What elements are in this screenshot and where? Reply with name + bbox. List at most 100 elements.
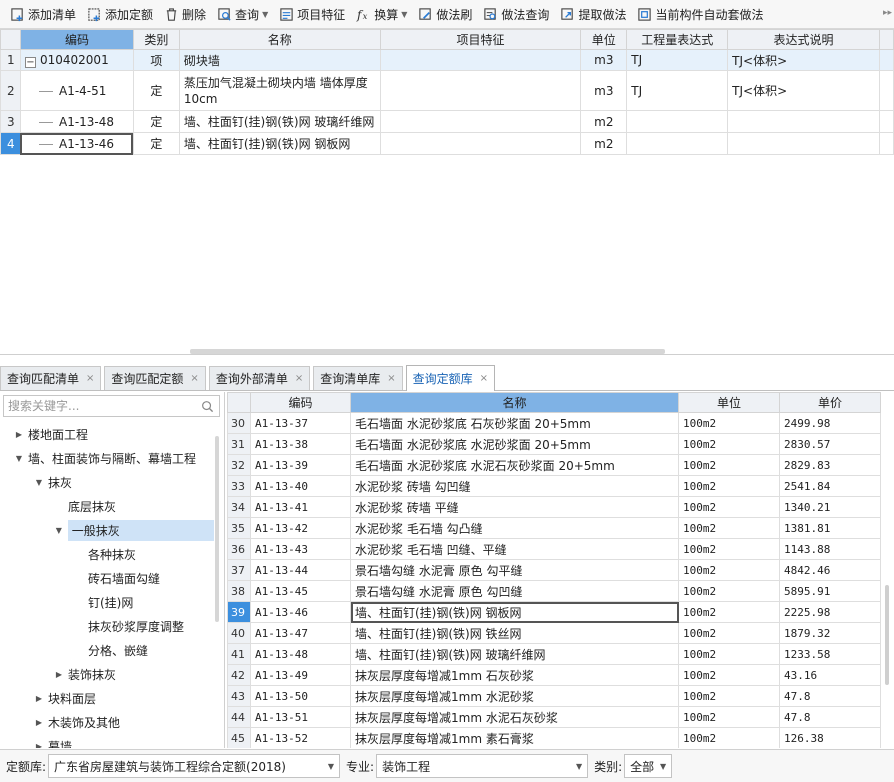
tree-node[interactable]: ▶ 装饰抹灰 — [0, 662, 214, 686]
table-row[interactable]: 41 A1-13-48 墙、柱面钉(挂)钢(铁)网 玻璃纤维网 100m2 1233.5… — [227, 643, 881, 665]
unit-cell[interactable]: 100m2 — [678, 685, 780, 707]
unit-cell[interactable]: 100m2 — [678, 664, 780, 686]
col-header-code[interactable]: 编码 — [250, 392, 351, 413]
tree-node[interactable]: 底层抹灰 — [0, 494, 214, 518]
tab-match-list[interactable]: 查询匹配清单 × — [0, 366, 102, 390]
unit-cell[interactable]: 100m2 — [678, 559, 780, 581]
price-cell[interactable]: 2829.83 — [779, 454, 881, 476]
close-icon[interactable]: × — [480, 373, 488, 384]
price-cell[interactable]: 1233.58 — [779, 643, 881, 665]
name-cell[interactable]: 抹灰层厚度每增减1mm 水泥砂浆 — [350, 685, 679, 707]
unit-cell[interactable]: m2 — [580, 132, 628, 155]
code-cell[interactable]: A1-13-48 — [19, 110, 134, 133]
name-cell[interactable]: 水泥砂浆 砖墙 勾凹缝 — [350, 475, 679, 497]
table-row[interactable]: 1 −010402001 项 砌块墙 m3 TJ TJ<体积> — [0, 49, 894, 71]
code-cell[interactable]: A1-13-48 — [250, 643, 351, 665]
table-row[interactable]: 38 A1-13-45 景石墙勾缝 水泥膏 原色 勾凹缝 100m2 5895.91 — [227, 580, 881, 602]
name-cell[interactable]: 墙、柱面钉(挂)钢(铁)网 玻璃纤维网 — [350, 643, 679, 665]
table-row[interactable]: 43 A1-13-50 抹灰层厚度每增减1mm 水泥砂浆 100m2 47.8 — [227, 685, 881, 707]
tab-match-quota[interactable]: 查询匹配定额 × — [104, 366, 206, 390]
collapse-toggle-icon[interactable]: − — [24, 56, 36, 68]
table-row[interactable]: 2 A1-4-51 定 蒸压加气混凝土砌块内墙 墙体厚度10cm m3 TJ T… — [0, 70, 894, 111]
unit-cell[interactable]: 100m2 — [678, 580, 780, 602]
name-cell[interactable]: 毛石墙面 水泥砂浆底 水泥石灰砂浆面 20+5mm — [350, 454, 679, 476]
tree-node[interactable]: 抹灰砂浆厚度调整 — [0, 614, 214, 638]
tree-node[interactable]: ▼ 墙、柱面装饰与隔断、幕墙工程 — [0, 446, 214, 470]
type-cell[interactable]: 定 — [132, 110, 180, 133]
code-cell[interactable]: A1-13-37 — [250, 412, 351, 434]
name-cell[interactable]: 墙、柱面钉(挂)钢(铁)网 钢板网 — [350, 601, 679, 623]
unit-cell[interactable]: m2 — [580, 110, 628, 133]
tree-node[interactable]: ▼ 抹灰 — [0, 470, 214, 494]
code-cell[interactable]: A1-13-50 — [250, 685, 351, 707]
desc-cell[interactable] — [727, 132, 880, 155]
tree-node[interactable]: ▶ 木装饰及其他 — [0, 710, 214, 734]
price-cell[interactable]: 1340.21 — [779, 496, 881, 518]
tree-node[interactable]: ▼ 一般抹灰 — [0, 518, 214, 542]
code-cell[interactable]: A1-13-42 — [250, 517, 351, 539]
code-cell[interactable]: A1-13-46 — [250, 601, 351, 623]
col-header-unit[interactable]: 单位 — [580, 29, 628, 50]
unit-cell[interactable]: 100m2 — [678, 538, 780, 560]
table-row[interactable]: 30 A1-13-37 毛石墙面 水泥砂浆底 石灰砂浆面 20+5mm 100m2 24… — [227, 412, 881, 434]
expr-cell[interactable]: TJ — [626, 70, 729, 111]
name-cell[interactable]: 水泥砂浆 毛石墙 凹缝、平缝 — [350, 538, 679, 560]
name-cell[interactable]: 水泥砂浆 砖墙 平缝 — [350, 496, 679, 518]
price-cell[interactable]: 47.8 — [779, 685, 881, 707]
table-row[interactable]: 44 A1-13-51 抹灰层厚度每增减1mm 水泥石灰砂浆 100m2 47.8 — [227, 706, 881, 728]
price-cell[interactable]: 2830.57 — [779, 433, 881, 455]
table-row[interactable]: 35 A1-13-42 水泥砂浆 毛石墙 勾凸缝 100m2 1381.81 — [227, 517, 881, 539]
type-cell[interactable]: 定 — [132, 70, 180, 111]
code-cell[interactable]: A1-13-43 — [250, 538, 351, 560]
close-icon[interactable]: × — [387, 373, 395, 384]
chevron-right-icon[interactable]: ▶ — [14, 430, 24, 439]
name-cell[interactable]: 景石墙勾缝 水泥膏 原色 勾凹缝 — [350, 580, 679, 602]
col-header-feature[interactable]: 项目特征 — [379, 29, 582, 50]
delete-button[interactable]: 删除 — [160, 3, 210, 25]
unit-cell[interactable]: 100m2 — [678, 517, 780, 539]
chevron-down-icon[interactable]: ▼ — [34, 478, 44, 487]
code-cell[interactable]: −010402001 — [19, 49, 134, 71]
add-quota-button[interactable]: 添加定额 — [83, 3, 157, 25]
tab-list-library[interactable]: 查询清单库 × — [313, 366, 403, 390]
price-cell[interactable]: 47.8 — [779, 706, 881, 728]
code-cell[interactable]: A1-13-49 — [250, 664, 351, 686]
table-row[interactable]: 31 A1-13-38 毛石墙面 水泥砂浆底 水泥砂浆面 20+5mm 100m2 28… — [227, 433, 881, 455]
method-query-button[interactable]: 做法查询 — [479, 3, 553, 25]
name-cell[interactable]: 毛石墙面 水泥砂浆底 石灰砂浆面 20+5mm — [350, 412, 679, 434]
quota-lib-select[interactable]: 广东省房屋建筑与装饰工程综合定额(2018) ▼ — [48, 754, 341, 778]
query-button[interactable]: 查询 ▼ — [213, 3, 272, 25]
table-row[interactable]: 37 A1-13-44 景石墙勾缝 水泥膏 原色 勾平缝 100m2 4842.46 — [227, 559, 881, 581]
name-cell[interactable]: 景石墙勾缝 水泥膏 原色 勾平缝 — [350, 559, 679, 581]
price-cell[interactable]: 1143.88 — [779, 538, 881, 560]
unit-cell[interactable]: 100m2 — [678, 475, 780, 497]
tree-node[interactable]: 分格、嵌缝 — [0, 638, 214, 662]
table-row[interactable]: 3 A1-13-48 定 墙、柱面钉(挂)钢(铁)网 玻璃纤维网 m2 — [0, 110, 894, 133]
unit-cell[interactable]: 100m2 — [678, 727, 780, 748]
name-cell[interactable]: 水泥砂浆 毛石墙 勾凸缝 — [350, 517, 679, 539]
col-header-name[interactable]: 名称 — [178, 29, 381, 50]
code-cell[interactable]: A1-13-38 — [250, 433, 351, 455]
name-cell[interactable]: 墙、柱面钉(挂)钢(铁)网 铁丝网 — [350, 622, 679, 644]
unit-cell[interactable]: 100m2 — [678, 412, 780, 434]
expr-cell[interactable] — [626, 132, 729, 155]
project-features-button[interactable]: 项目特征 — [275, 3, 349, 25]
tree-node[interactable]: ▶ 幕墙 — [0, 734, 214, 749]
table-row[interactable]: 33 A1-13-40 水泥砂浆 砖墙 勾凹缝 100m2 2541.84 — [227, 475, 881, 497]
name-cell[interactable]: 砌块墙 — [178, 49, 381, 71]
category-select[interactable]: 全部 ▼ — [624, 754, 673, 778]
table-row[interactable]: 34 A1-13-41 水泥砂浆 砖墙 平缝 100m2 1340.21 — [227, 496, 881, 518]
tab-quota-library[interactable]: 查询定额库 × — [405, 365, 496, 391]
expr-cell[interactable]: TJ — [626, 49, 729, 71]
name-cell[interactable]: 墙、柱面钉(挂)钢(铁)网 玻璃纤维网 — [178, 110, 381, 133]
col-header-price[interactable]: 单价 — [779, 392, 881, 413]
unit-cell[interactable]: 100m2 — [678, 622, 780, 644]
unit-cell[interactable]: 100m2 — [678, 601, 780, 623]
convert-button[interactable]: fx 换算 ▼ — [352, 3, 411, 25]
chevron-right-icon[interactable]: ▶ — [34, 718, 44, 727]
code-cell[interactable]: A1-13-40 — [250, 475, 351, 497]
table-row[interactable]: 39 A1-13-46 墙、柱面钉(挂)钢(铁)网 钢板网 100m2 2225.98 — [227, 601, 881, 623]
table-row[interactable]: 40 A1-13-47 墙、柱面钉(挂)钢(铁)网 铁丝网 100m2 1879.32 — [227, 622, 881, 644]
col-header-expr[interactable]: 工程量表达式 — [626, 29, 729, 50]
price-cell[interactable]: 4842.46 — [779, 559, 881, 581]
